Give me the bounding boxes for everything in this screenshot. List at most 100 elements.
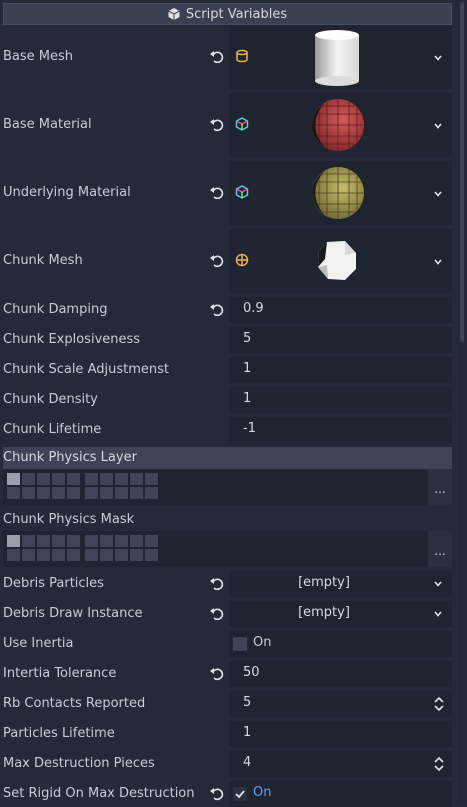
layer-bit[interactable] [37,535,50,547]
revert-icon[interactable] [209,49,225,65]
debris-particles-picker[interactable]: [empty] [229,571,452,597]
chevron-down-icon [434,611,442,617]
debris-draw-instance-picker[interactable]: [empty] [229,601,452,627]
layer-bit[interactable] [67,487,80,499]
layer-bit[interactable] [130,473,143,485]
layer-bit[interactable] [100,473,113,485]
layer-bit[interactable] [130,487,143,499]
layer-bit[interactable] [130,535,143,547]
revert-icon[interactable] [209,666,225,682]
mask-menu-button[interactable]: ... [428,531,452,567]
chunk-damping-value: 0.9 [243,301,264,316]
spinner-updown-icon[interactable] [433,756,445,772]
layer-bit[interactable] [115,535,128,547]
chunk-lifetime-field[interactable]: -1 [229,417,452,443]
chunk-scale-adjustment-label: Chunk Scale Adjustmenst [3,362,169,377]
layer-bit[interactable] [145,535,158,547]
chunk-scale-adjustment-field[interactable]: 1 [229,357,452,383]
chunk-lifetime-value: -1 [243,421,256,436]
mesh-instance-icon [235,253,249,267]
red-sphere-material-preview [312,99,364,151]
layer-bit[interactable] [37,473,50,485]
max-destruction-pieces-spinbox[interactable]: 4 [229,751,452,777]
chunk-density-field[interactable]: 1 [229,387,452,413]
revert-icon[interactable] [209,786,225,802]
use-inertia-checkbox[interactable]: On [229,631,452,657]
chunk-physics-mask-grid[interactable]: ... [3,531,452,567]
rb-contacts-reported-spinbox[interactable]: 5 [229,691,452,717]
chunk-damping-label: Chunk Damping [3,302,108,317]
chunk-explosiveness-label: Chunk Explosiveness [3,332,141,347]
revert-icon[interactable] [209,302,225,318]
chunk-physics-mask-label: Chunk Physics Mask [3,512,135,527]
revert-icon[interactable] [209,576,225,592]
use-inertia-value: On [253,635,272,650]
rb-contacts-reported-value: 5 [243,695,252,710]
chevron-down-icon [434,123,442,129]
yellow-sphere-material-preview [312,167,364,219]
layer-bit[interactable] [52,549,65,561]
chevron-down-icon [434,191,442,197]
chevron-down-icon [434,55,442,61]
layer-bit[interactable] [85,473,98,485]
debris-draw-instance-label: Debris Draw Instance [3,606,143,621]
layer-menu-button[interactable]: ... [428,469,452,505]
layer-bit[interactable] [145,549,158,561]
script-variables-header[interactable]: Script Variables [3,3,452,25]
layer-bit[interactable] [52,487,65,499]
base-mesh-resource-picker[interactable] [229,25,452,89]
chunk-damping-field[interactable]: 0.9 [229,297,452,323]
header-title: Script Variables [185,6,288,22]
layer-bit[interactable] [52,535,65,547]
layer-bit[interactable] [67,473,80,485]
revert-icon[interactable] [209,253,225,269]
layer-bit[interactable] [22,473,35,485]
layer-bit[interactable] [67,535,80,547]
layer-bit[interactable] [145,473,158,485]
spinner-updown-icon[interactable] [433,696,445,712]
layer-bit[interactable] [7,473,20,485]
layer-bit[interactable] [85,535,98,547]
scrollbar-thumb[interactable] [460,2,464,342]
revert-icon[interactable] [209,606,225,622]
material-icon [235,185,249,199]
underlying-material-resource-picker[interactable] [229,161,452,225]
layer-bit[interactable] [22,549,35,561]
revert-icon[interactable] [209,185,225,201]
layer-bit[interactable] [37,487,50,499]
revert-icon[interactable] [209,117,225,133]
layer-bit[interactable] [130,549,143,561]
base-mesh-label: Base Mesh [3,49,74,64]
layer-bit[interactable] [85,549,98,561]
layer-bit[interactable] [100,487,113,499]
layer-bit[interactable] [37,549,50,561]
inertia-tolerance-value: 50 [243,665,260,680]
chunk-explosiveness-field[interactable]: 5 [229,327,452,353]
layer-bit[interactable] [100,549,113,561]
base-material-resource-picker[interactable] [229,93,452,157]
checkmark-icon [233,787,247,801]
layer-bit[interactable] [145,487,158,499]
chunk-physics-layer-label: Chunk Physics Layer [3,450,137,465]
chunk-explosiveness-value: 5 [243,331,252,346]
chunk-mesh-resource-picker[interactable] [229,229,452,293]
layer-bit[interactable] [52,473,65,485]
inertia-tolerance-label: Intertia Tolerance [3,666,117,681]
chunk-mesh-label: Chunk Mesh [3,253,83,268]
particles-lifetime-field[interactable]: 1 [229,721,452,747]
set-rigid-on-max-destruction-checkbox[interactable]: On [229,781,452,807]
chunk-physics-layer-grid[interactable]: ... [3,469,452,505]
layer-bit[interactable] [7,549,20,561]
chunk-density-value: 1 [243,391,252,406]
layer-bit[interactable] [85,487,98,499]
layer-bit[interactable] [7,535,20,547]
layer-bit[interactable] [100,535,113,547]
layer-bit[interactable] [115,473,128,485]
layer-bit[interactable] [7,487,20,499]
layer-bit[interactable] [22,535,35,547]
layer-bit[interactable] [115,487,128,499]
layer-bit[interactable] [67,549,80,561]
layer-bit[interactable] [115,549,128,561]
layer-bit[interactable] [22,487,35,499]
inertia-tolerance-field[interactable]: 50 [229,661,452,687]
